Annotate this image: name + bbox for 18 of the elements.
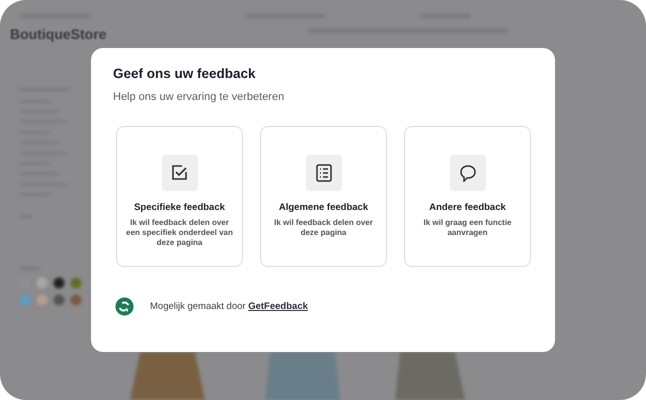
speech-bubble-icon — [458, 164, 476, 182]
store-logo: BoutiqueStore — [10, 26, 106, 42]
dialog-subtitle: Help ons uw ervaring te verbeteren — [113, 91, 286, 103]
getfeedback-link[interactable]: GetFeedback — [248, 301, 308, 312]
option-title: Specifieke feedback — [134, 202, 225, 213]
feedback-option-card[interactable]: Andere feedback Ik wil graag een functie aanvragen — [404, 126, 531, 267]
feedback-option-card[interactable]: Algemene feedback Ik wil feedback delen over deze pagina — [260, 126, 387, 267]
option-description: Ik wil graag een functie aanvragen — [422, 218, 513, 238]
option-description: Ik wil feedback delen over deze pagina — [273, 218, 374, 238]
feedback-option-card[interactable]: Specifieke feedback Ik wil feedback delen over een specifiek onderdeel van deze pagina — [116, 126, 243, 267]
checkbox-icon — [170, 164, 188, 182]
option-title: Algemene feedback — [278, 202, 368, 213]
powered-by-text: Mogelijk gemaakt door GetFeedback — [150, 301, 308, 312]
dialog-title: Geef ons uw feedback — [113, 66, 257, 81]
list-icon — [316, 164, 332, 182]
option-title: Andere feedback — [429, 202, 506, 213]
option-description: Ik wil feedback delen over een specifiek onderdeel van deze pagina — [125, 218, 234, 248]
circular-arrow-logo-icon — [115, 297, 134, 316]
